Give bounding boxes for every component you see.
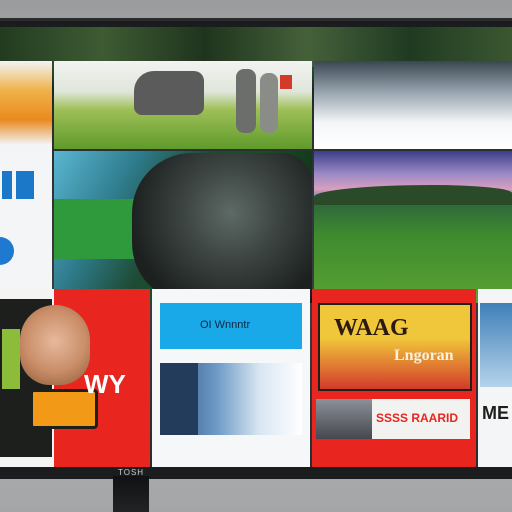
figure-person — [236, 69, 256, 133]
poster-caption: WY — [84, 369, 126, 399]
figure-cow — [134, 71, 204, 115]
promo-right-image — [480, 303, 512, 387]
tv-screen: WY OI Wnnntr WAAG Lngoran SSSS RAARID ME — [0, 27, 512, 467]
tile-vineyard[interactable] — [314, 151, 512, 303]
tile-vineyard-hills — [314, 185, 512, 205]
tile-promo-red[interactable]: WAAG Lngoran SSSS RAARID — [312, 289, 476, 467]
tile-left-sunset — [0, 61, 52, 145]
tv-frame: WY OI Wnnntr WAAG Lngoran SSSS RAARID ME… — [0, 18, 512, 479]
tile-gorilla[interactable] — [54, 151, 312, 303]
promo-blue-label: OI Wnnntr — [200, 319, 251, 331]
poster-face — [20, 305, 90, 385]
tile-left-column[interactable] — [0, 61, 52, 305]
promo-red-heading: WAAG — [334, 315, 409, 341]
tile-promo-blue[interactable]: OI Wnnntr — [152, 289, 310, 467]
tv-stand — [113, 476, 149, 512]
tile-farm-field[interactable] — [54, 61, 312, 149]
promo-blue-image — [160, 363, 302, 435]
promo-blue-banner: OI Wnnntr — [160, 303, 302, 349]
tile-promo-right[interactable]: ME — [478, 289, 512, 467]
figure-gorilla — [132, 153, 312, 303]
tile-poster[interactable]: WY — [0, 289, 150, 467]
promo-right-text: ME — [482, 403, 509, 423]
promo-red-footer-bar: SSSS RAARID — [316, 399, 470, 439]
tile-left-swoosh — [0, 237, 14, 265]
promo-red-subtitle: Lngoran — [394, 347, 454, 364]
app-grid-icon — [2, 171, 34, 199]
tile-sky[interactable] — [314, 61, 512, 149]
promo-red-footer: SSSS RAARID — [376, 411, 459, 425]
figure-person — [260, 73, 278, 133]
figure-red-flag — [280, 75, 292, 89]
promo-red-yellow-banner: WAAG Lngoran — [318, 303, 472, 391]
